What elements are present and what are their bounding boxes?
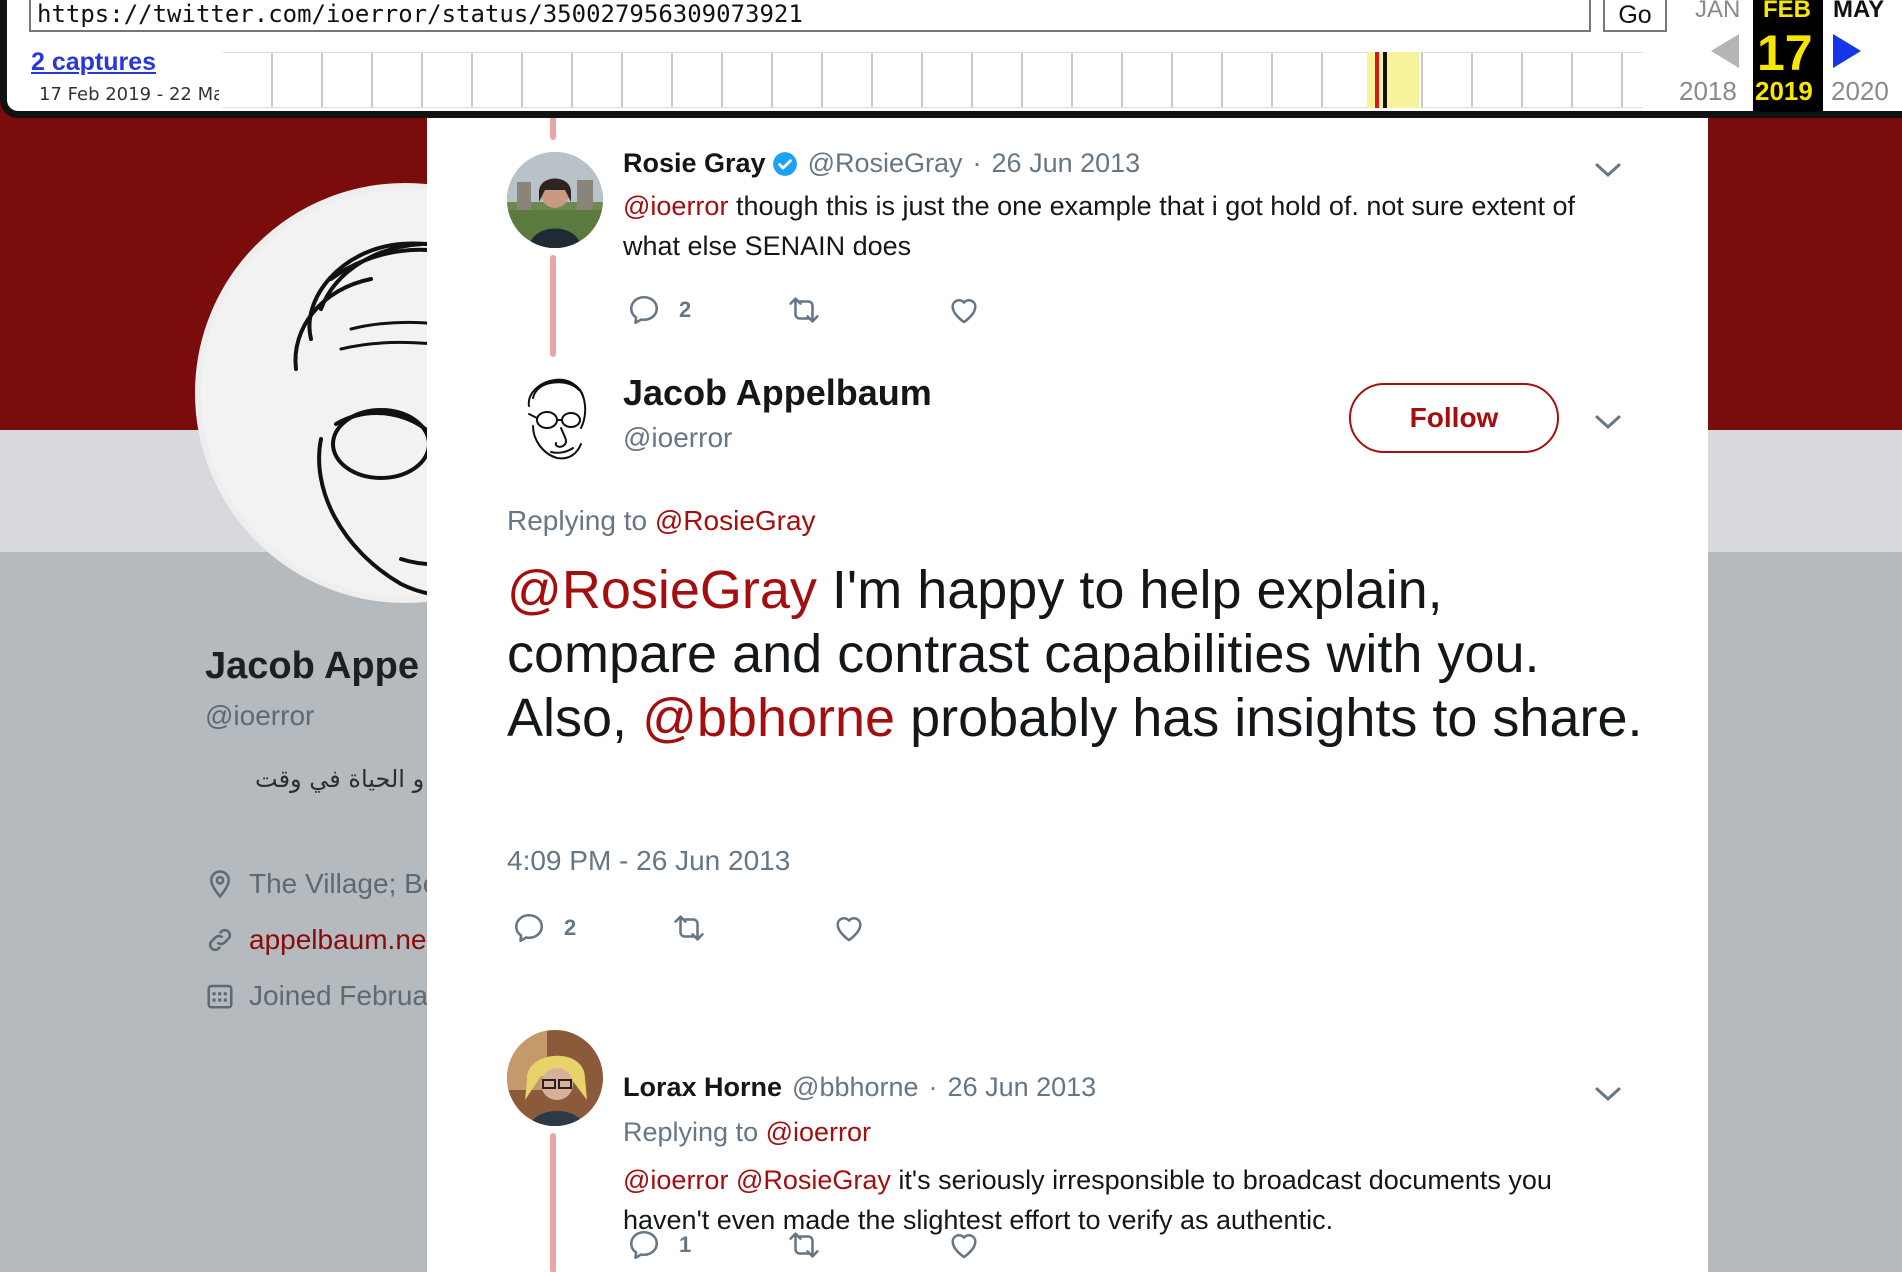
reply-count: 2 <box>564 915 577 940</box>
replying-to-mention[interactable]: @ioerror <box>766 1117 871 1147</box>
wayback-toolbar: https://twitter.com/ioerror/status/35002… <box>0 0 1902 118</box>
retweet-icon <box>789 1232 819 1258</box>
like-icon <box>951 298 977 324</box>
avatar-jacob-appelbaum[interactable] <box>507 368 603 464</box>
current-month-label: FEB <box>1763 0 1811 23</box>
like-button[interactable] <box>832 911 866 945</box>
tweet-header: Lorax Horne @bbhorne · 26 Jun 2013 <box>623 1072 1096 1103</box>
like-icon <box>836 916 862 942</box>
capture-tick[interactable] <box>1375 52 1379 108</box>
link-icon <box>208 928 232 952</box>
retweet-button[interactable] <box>787 1228 947 1262</box>
reply-count: 2 <box>679 297 692 322</box>
author-handle[interactable]: @bbhorne <box>792 1072 919 1103</box>
chevron-down-icon[interactable] <box>1593 412 1623 432</box>
tweet-date[interactable]: 26 Jun 2013 <box>992 148 1141 179</box>
profile-handle: @ioerror <box>205 700 315 731</box>
thread-line <box>550 255 556 357</box>
retweet-icon <box>674 915 704 941</box>
captures-link[interactable]: 2 captures <box>31 48 156 77</box>
retweet-icon <box>789 297 819 323</box>
profile-website-link[interactable]: appelbaum.ne <box>249 924 426 956</box>
prev-year-label[interactable]: 2018 <box>1679 76 1737 107</box>
mention-link[interactable]: @RosieGray <box>736 1165 891 1195</box>
verified-icon <box>772 151 797 176</box>
current-day-label: 17 <box>1757 25 1813 81</box>
tweet-text: @ioerror though this is just the one exa… <box>623 186 1623 266</box>
next-year-label[interactable]: 2020 <box>1831 76 1889 107</box>
avatar-image <box>507 1030 603 1126</box>
tweet-timestamp[interactable]: 4:09 PM - 26 Jun 2013 <box>507 845 790 877</box>
location-icon <box>209 870 231 899</box>
replying-to: Replying to @ioerror <box>623 1112 1623 1152</box>
reply-icon <box>629 295 659 325</box>
current-year-label: 2019 <box>1755 76 1813 106</box>
thread-line <box>550 1133 556 1272</box>
profile-name: Jacob Appe <box>205 645 419 687</box>
tweet-body: though this is just the one example that… <box>623 191 1575 261</box>
mention-link[interactable]: @RosieGray <box>507 560 817 620</box>
main-tweet-text: @RosieGray I'm happy to help explain, co… <box>507 558 1657 750</box>
avatar-lorax-horne[interactable] <box>507 1030 603 1126</box>
author-handle[interactable]: @ioerror <box>623 422 732 454</box>
mention-link[interactable]: @bbhorne <box>642 688 895 748</box>
replying-to-prefix: Replying to <box>623 1117 766 1147</box>
calendar-icon <box>207 984 233 1009</box>
reply-button[interactable]: 2 <box>627 293 787 327</box>
capture-timeline[interactable] <box>223 52 1643 108</box>
avatar-image <box>527 378 587 460</box>
follow-button[interactable]: Follow <box>1349 383 1559 453</box>
chevron-down-icon[interactable] <box>1593 160 1623 180</box>
capture-tick[interactable] <box>1383 52 1387 108</box>
reply-count: 1 <box>679 1232 692 1257</box>
replying-to-mention[interactable]: @RosieGray <box>655 505 816 536</box>
wayback-url-input[interactable]: https://twitter.com/ioerror/status/35002… <box>29 0 1591 32</box>
like-icon <box>951 1233 977 1259</box>
capture-date-range: 17 Feb 2019 - 22 Ma <box>39 84 219 105</box>
profile-website[interactable]: appelbaum.ne <box>205 924 426 956</box>
profile-location-text: The Village; Be <box>249 868 439 899</box>
separator-dot: · <box>972 148 982 178</box>
replying-to-prefix: Replying to <box>507 505 655 536</box>
replying-to: Replying to @RosieGray <box>507 505 816 537</box>
tweet-body: probably has insights to share. <box>895 688 1643 748</box>
author-name[interactable]: Lorax Horne <box>623 1072 782 1103</box>
next-month-label[interactable]: MAY <box>1833 0 1884 24</box>
reply-button[interactable]: 1 <box>627 1228 787 1262</box>
separator-dot: · <box>928 1072 938 1102</box>
tweet-actions: 2 <box>627 293 981 327</box>
chevron-down-icon[interactable] <box>1593 1084 1623 1104</box>
reply-icon <box>514 913 544 943</box>
retweet-button[interactable] <box>787 293 947 327</box>
tweet-date[interactable]: 26 Jun 2013 <box>948 1072 1097 1103</box>
author-name[interactable]: Jacob Appelbaum <box>623 372 932 414</box>
prev-month-label[interactable]: JAN <box>1695 0 1740 24</box>
tweet-header: Rosie Gray @RosieGray · 26 Jun 2013 <box>623 148 1140 179</box>
tweet-actions: 1 <box>627 1228 981 1262</box>
profile-location: The Village; Be <box>205 868 438 900</box>
reply-button[interactable]: 2 <box>512 911 672 945</box>
author-name[interactable]: Rosie Gray <box>623 148 766 179</box>
like-button[interactable] <box>947 1228 981 1262</box>
tweet-actions: 2 <box>512 911 866 945</box>
mention-link[interactable]: @ioerror <box>623 191 728 221</box>
reply-icon <box>629 1230 659 1260</box>
profile-joined: Joined Februa <box>205 980 428 1012</box>
like-button[interactable] <box>947 293 981 327</box>
tweet-thread-modal: Rosie Gray @RosieGray · 26 Jun 2013 @ioe… <box>427 60 1708 1272</box>
author-handle[interactable]: @RosieGray <box>808 148 963 179</box>
prev-capture-arrow-icon[interactable] <box>1711 34 1739 68</box>
profile-joined-text: Joined Februa <box>249 980 429 1011</box>
profile-bio: ب و الحياة في وقت <box>255 765 455 793</box>
avatar-image <box>507 152 603 248</box>
retweet-button[interactable] <box>672 911 832 945</box>
next-capture-arrow-icon[interactable] <box>1833 34 1861 68</box>
mention-link[interactable]: @ioerror <box>623 1165 728 1195</box>
wayback-go-button[interactable]: Go <box>1603 0 1667 32</box>
avatar-rosie-gray[interactable] <box>507 152 603 248</box>
